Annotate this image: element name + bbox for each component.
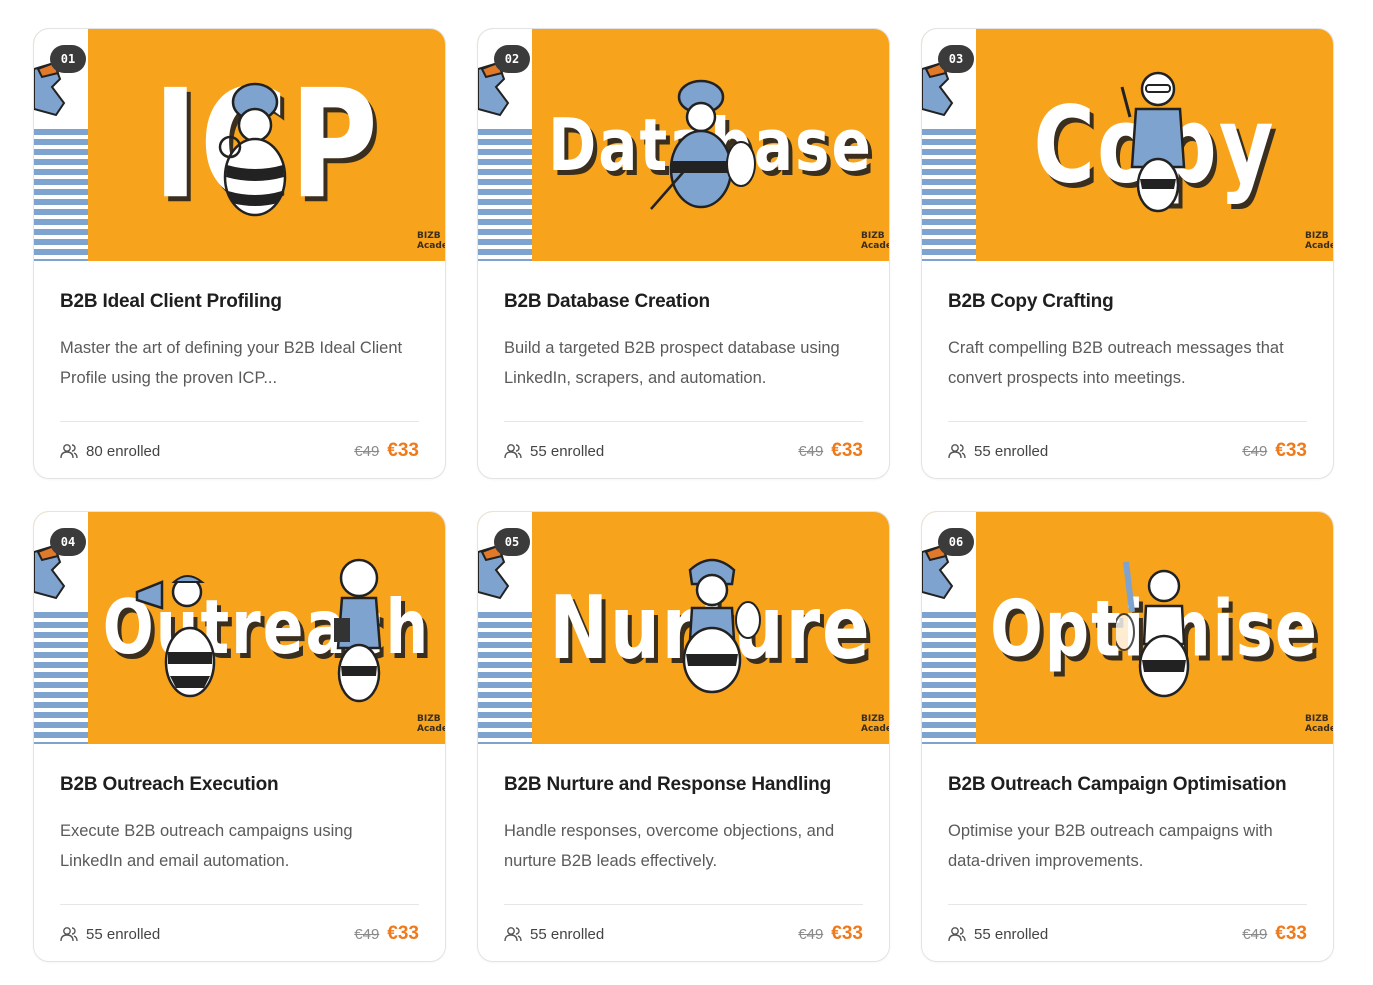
course-card[interactable]: 05 Nurture BIZB Acade B2B Nurture and Re… (477, 511, 890, 962)
academy-logo: BIZB Acade (1305, 231, 1333, 251)
course-card[interactable]: 03 Copy BIZB Acade B2B Copy Crafting Cra… (921, 28, 1334, 479)
academy-logo: BIZB Acade (417, 231, 445, 251)
sale-price: €33 (831, 440, 863, 461)
course-card[interactable]: 02 Database BIZB Acade B2B Database Crea… (477, 28, 890, 479)
course-thumbnail: 02 Database BIZB Acade (478, 29, 889, 261)
bee-mascot-icon (218, 82, 287, 217)
course-title[interactable]: B2B Database Creation (504, 291, 863, 313)
users-icon (948, 927, 966, 942)
academy-logo: BIZB Acade (861, 231, 889, 251)
course-title[interactable]: B2B Nurture and Response Handling (504, 774, 863, 796)
course-description: Craft compelling B2B outreach messages t… (948, 339, 1284, 387)
divider (948, 904, 1307, 905)
course-thumbnail: 05 Nurture BIZB Acade (478, 512, 889, 744)
original-price: €49 (798, 443, 824, 460)
divider (948, 421, 1307, 422)
course-thumbnail: 06 Optimise BIZB Acade (922, 512, 1333, 744)
course-card[interactable]: 01 ICP BIZB Acade B2B Ideal Client Profi… (33, 28, 446, 479)
enrolled-count: 55 enrolled (530, 442, 605, 460)
course-title[interactable]: B2B Ideal Client Profiling (60, 291, 419, 313)
course-card[interactable]: 06 Optimise BIZB Acade B2B Outreach Camp… (921, 511, 1334, 962)
academy-logo: BIZB Acade (1305, 714, 1333, 734)
bee-mascot-icon (1116, 561, 1190, 698)
course-number-badge: 01 (50, 45, 86, 73)
divider (60, 904, 419, 905)
enrolled-count: 55 enrolled (974, 442, 1049, 460)
original-price: €49 (1242, 443, 1268, 460)
bee-megaphone-icon (135, 575, 216, 698)
course-thumbnail: 01 ICP BIZB Acade (34, 29, 445, 261)
course-number-badge: 02 (494, 45, 530, 73)
enrolled-count: 55 enrolled (974, 925, 1049, 943)
course-description: Optimise your B2B outreach campaigns wit… (948, 822, 1273, 870)
sale-price: €33 (387, 440, 419, 461)
course-number-badge: 06 (938, 528, 974, 556)
users-icon (504, 927, 522, 942)
divider (504, 421, 863, 422)
course-grid: 01 ICP BIZB Acade B2B Ideal Client Profi… (33, 28, 1334, 962)
enrolled-count: 55 enrolled (86, 925, 161, 943)
enrolled-count: 80 enrolled (86, 442, 161, 460)
bee-mascot-icon (1120, 71, 1186, 213)
bee-tablet-icon (334, 558, 382, 703)
original-price: €49 (1242, 926, 1268, 943)
users-icon (60, 927, 78, 942)
users-icon (504, 444, 522, 459)
course-number-badge: 04 (50, 528, 86, 556)
sale-price: €33 (387, 923, 419, 944)
course-number-badge: 03 (938, 45, 974, 73)
original-price: €49 (354, 443, 380, 460)
course-number-badge: 05 (494, 528, 530, 556)
divider (504, 904, 863, 905)
enrolled-count: 55 enrolled (530, 925, 605, 943)
sale-price: €33 (1275, 440, 1307, 461)
course-title[interactable]: B2B Outreach Campaign Optimisation (948, 774, 1307, 796)
academy-logo: BIZB Acade (861, 714, 889, 734)
users-icon (948, 444, 966, 459)
course-thumbnail: 04 Outreach BIZB Acade (34, 512, 445, 744)
users-icon (60, 444, 78, 459)
course-description: Build a targeted B2B prospect database u… (504, 339, 840, 387)
bee-mascot-icon (682, 558, 761, 694)
course-title[interactable]: B2B Outreach Execution (60, 774, 419, 796)
course-title[interactable]: B2B Copy Crafting (948, 291, 1307, 313)
course-description: Master the art of defining your B2B Idea… (60, 339, 403, 387)
sale-price: €33 (1275, 923, 1307, 944)
course-description: Execute B2B outreach campaigns using Lin… (60, 822, 353, 870)
academy-logo: BIZB Acade (417, 714, 445, 734)
divider (60, 421, 419, 422)
course-thumbnail: 03 Copy BIZB Acade (922, 29, 1333, 261)
original-price: €49 (798, 926, 824, 943)
bee-mascot-icon (650, 79, 756, 210)
original-price: €49 (354, 926, 380, 943)
course-card[interactable]: 04 Outreach BIZB Acade B2B Outreach Exec… (33, 511, 446, 962)
course-description: Handle responses, overcome objections, a… (504, 822, 835, 870)
sale-price: €33 (831, 923, 863, 944)
